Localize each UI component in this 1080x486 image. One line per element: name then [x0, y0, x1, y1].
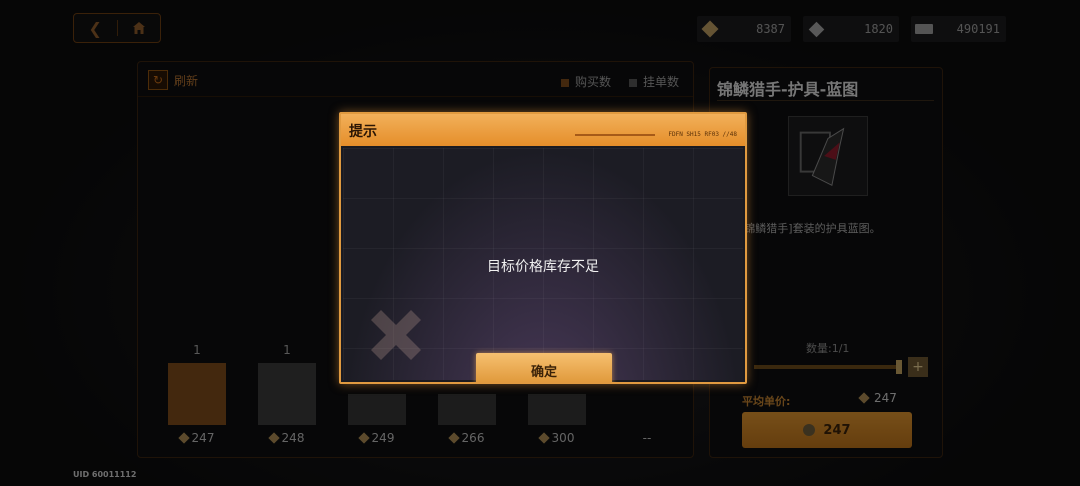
dialog-code: FDFN SH15 RF03 //48	[668, 131, 737, 138]
x-emblem-icon	[371, 310, 421, 360]
alert-dialog: 提示 FDFN SH15 RF03 //48 目标价格库存不足 确定	[339, 112, 747, 384]
decorative-line	[575, 134, 655, 136]
dialog-body: 目标价格库存不足 确定	[343, 148, 743, 382]
dialog-title: 提示	[349, 124, 377, 140]
dialog-header: 提示 FDFN SH15 RF03 //48	[341, 114, 745, 146]
confirm-button[interactable]: 确定	[476, 353, 612, 382]
dialog-message: 目标价格库存不足	[487, 259, 599, 275]
